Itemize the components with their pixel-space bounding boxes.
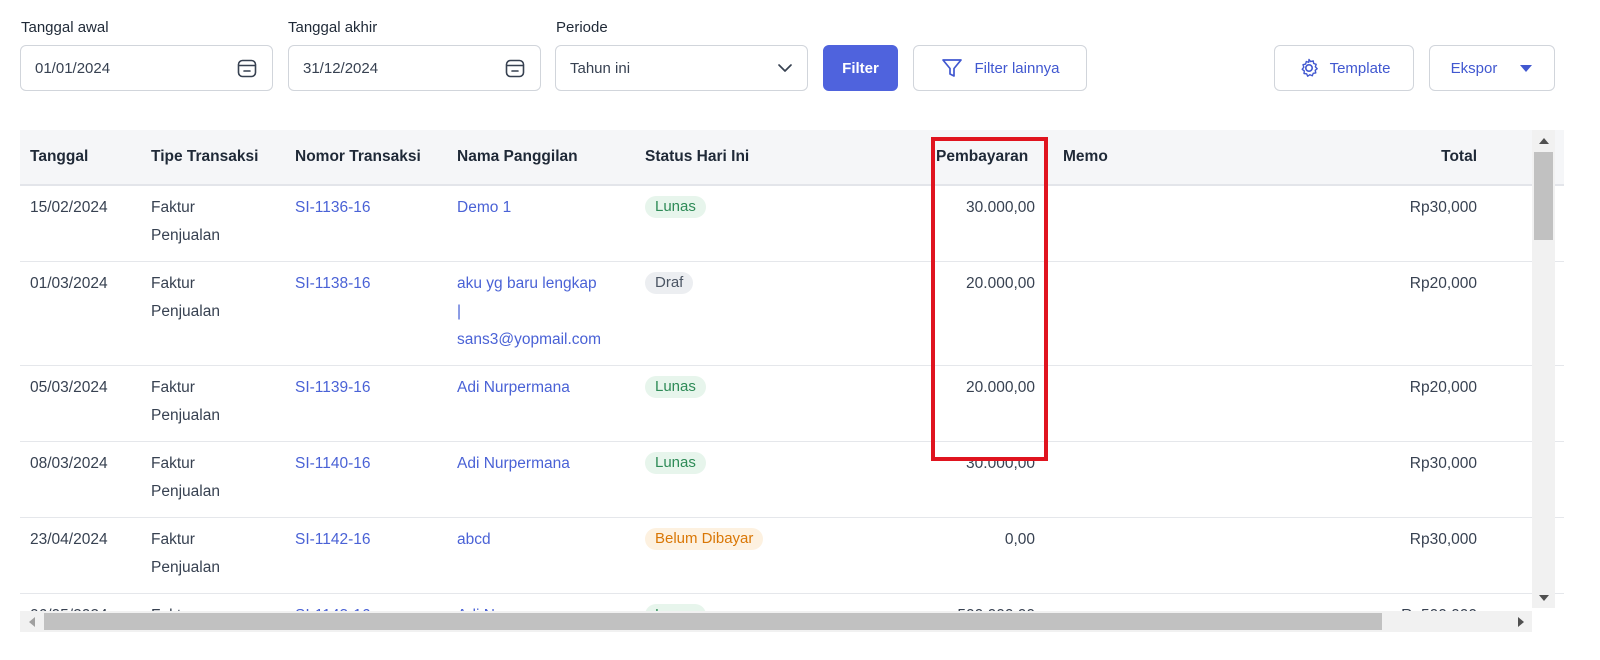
filter-button[interactable]: Filter [823,45,898,91]
transaction-number-link[interactable]: SI-1142-16 [295,518,371,554]
status-badge: Lunas [645,376,706,398]
caret-down-icon [1519,63,1533,73]
transaction-number-link[interactable]: SI-1138-16 [295,262,371,298]
cell-type-line: Faktur [151,531,195,548]
customer-name-link[interactable]: Demo 1 [457,186,511,222]
cell-total: Rp30,000 [1409,199,1477,216]
chevron-down-icon [777,60,793,76]
vertical-scrollbar[interactable] [1532,130,1555,608]
table-bottom-mask [20,632,1580,660]
scroll-right-arrow-icon[interactable] [1510,611,1530,632]
cell-type-line: Faktur [151,199,195,216]
cell-type-line: Penjualan [151,559,220,576]
vertical-scrollbar-thumb[interactable] [1534,152,1553,240]
calendar-icon[interactable] [504,57,526,79]
customer-name-link[interactable]: Adi Nurpermana [457,442,570,478]
header-name[interactable]: Nama Panggilan [457,130,578,184]
scroll-down-arrow-icon[interactable] [1532,588,1555,606]
start-date-label: Tanggal awal [21,19,109,36]
cell-payment: 20.000,00 [966,379,1035,396]
start-date-value: 01/01/2024 [35,59,111,77]
header-memo[interactable]: Memo [1063,130,1108,184]
header-total[interactable]: Total [1380,130,1477,184]
table-row: 01/03/2024 Faktur Penjualan SI-1138-16 a… [20,262,1564,366]
period-select[interactable]: Tahun ini [555,45,808,91]
cell-date: 15/02/2024 [30,199,108,216]
export-label: Ekspor [1450,59,1498,77]
cell-date: 05/03/2024 [30,379,108,396]
cell-total: Rp30,000 [1409,455,1477,472]
cell-type-line: Penjualan [151,407,220,424]
cell-type-line: Penjualan [151,483,220,500]
transaction-number-link[interactable]: SI-1139-16 [295,366,371,402]
customer-name-line: sans3@yopmail.com [457,331,602,348]
more-filters-button[interactable]: Filter lainnya [913,45,1087,91]
cell-type-line: Penjualan [151,227,220,244]
status-badge: Draf [645,272,694,294]
cell-payment: 0,00 [1004,531,1035,548]
gear-icon [1298,57,1320,79]
table-header: Tanggal Tipe Transaksi Nomor Transaksi N… [20,130,1564,186]
cell-type-line: Faktur [151,455,195,472]
cell-type-line: Penjualan [151,303,220,320]
cell-type: Faktur Penjualan [151,518,220,582]
end-date-field[interactable]: 31/12/2024 [288,45,541,91]
header-type[interactable]: Tipe Transaksi [151,130,258,184]
transactions-table: Tanggal Tipe Transaksi Nomor Transaksi N… [20,130,1564,648]
export-button[interactable]: Ekspor [1429,45,1555,91]
period-value: Tahun ini [570,59,631,77]
transaction-number-link[interactable]: SI-1136-16 [295,186,371,222]
cell-total: Rp20,000 [1409,379,1477,396]
cell-payment: 30.000,00 [966,455,1035,472]
horizontal-scrollbar-thumb[interactable] [44,613,1382,630]
end-date-label: Tanggal akhir [288,19,378,36]
customer-name-line: Adi Nurpermana [457,379,570,396]
start-date-field[interactable]: 01/01/2024 [20,45,273,91]
calendar-icon[interactable] [236,57,258,79]
horizontal-scrollbar[interactable] [20,611,1532,632]
table-row: 23/04/2024 Faktur Penjualan SI-1142-16 a… [20,518,1564,594]
customer-name-line: abcd [457,531,491,548]
customer-name-link[interactable]: Adi Nurpermana [457,366,570,402]
customer-name-line: aku yg baru lengkap [457,275,597,292]
cell-type: Faktur Penjualan [151,442,220,506]
table-row: 05/03/2024 Faktur Penjualan SI-1139-16 A… [20,366,1564,442]
cell-total: Rp20,000 [1409,275,1477,292]
cell-date: 08/03/2024 [30,455,108,472]
cell-payment: 20.000,00 [966,275,1035,292]
scroll-up-arrow-icon[interactable] [1532,132,1555,150]
filter-button-label: Filter [842,59,879,77]
customer-name-link[interactable]: abcd [457,518,491,554]
status-badge: Lunas [645,452,706,474]
cell-type: Faktur Penjualan [151,366,220,430]
cell-type: Faktur Penjualan [151,186,220,250]
cell-type-line: Faktur [151,275,195,292]
template-label: Template [1329,59,1391,77]
header-number[interactable]: Nomor Transaksi [295,130,421,184]
cell-total: Rp30,000 [1409,531,1477,548]
customer-name-line: Demo 1 [457,199,512,216]
customer-name-link[interactable]: aku yg baru lengkap | sans3@yopmail.com [457,262,601,354]
scroll-left-arrow-icon[interactable] [22,611,42,632]
more-filters-label: Filter lainnya [974,59,1060,77]
table-row: 15/02/2024 Faktur Penjualan SI-1136-16 D… [20,186,1564,262]
funnel-icon [940,56,964,80]
cell-date: 01/03/2024 [30,275,108,292]
customer-name-line: | [457,303,462,320]
table-row: 08/03/2024 Faktur Penjualan SI-1140-16 A… [20,442,1564,518]
cell-date: 23/04/2024 [30,531,108,548]
header-date[interactable]: Tanggal [30,130,88,184]
cell-type: Faktur Penjualan [151,262,220,326]
header-payment[interactable]: Pembayaran [936,130,1028,184]
end-date-value: 31/12/2024 [303,59,379,77]
template-button[interactable]: Template [1274,45,1414,91]
cell-payment: 30.000,00 [966,199,1035,216]
period-label: Periode [556,19,608,36]
cell-type-line: Faktur [151,379,195,396]
transaction-number-link[interactable]: SI-1140-16 [295,442,371,478]
customer-name-line: Adi Nurpermana [457,455,570,472]
status-badge: Belum Dibayar [645,528,764,550]
status-badge: Lunas [645,196,706,218]
header-status[interactable]: Status Hari Ini [645,130,749,184]
